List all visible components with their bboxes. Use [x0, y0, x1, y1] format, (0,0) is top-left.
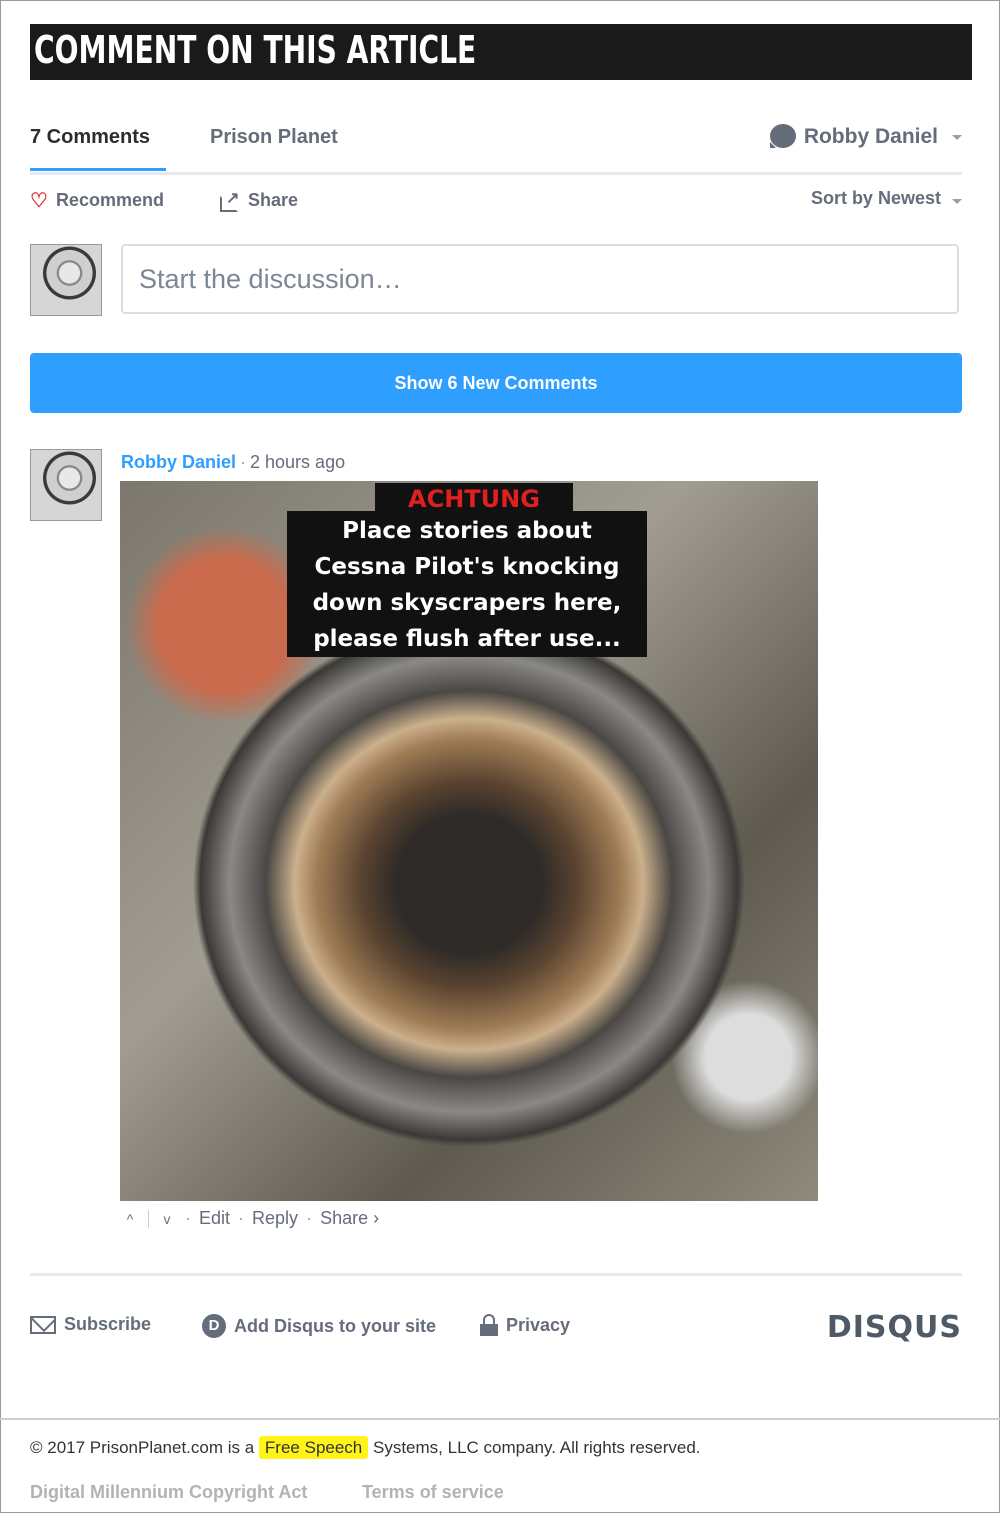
- chat-bubble-icon: [768, 124, 796, 150]
- copyright-text: © 2017 PrisonPlanet.com is a Free Speech…: [30, 1436, 701, 1459]
- mail-icon: [30, 1315, 56, 1334]
- share-comment-link[interactable]: Share ›: [320, 1208, 379, 1229]
- user-menu[interactable]: Robby Daniel: [768, 124, 962, 150]
- add-disqus-link[interactable]: D Add Disqus to your site: [202, 1314, 436, 1338]
- header-title: COMMENT ON THIS ARTICLE: [34, 28, 477, 72]
- divider: [30, 1273, 962, 1276]
- privacy-label: Privacy: [506, 1314, 571, 1335]
- tab-comments[interactable]: 7 Comments: [30, 126, 167, 171]
- comment-meta: Robby Daniel · 2 hours ago: [121, 452, 345, 473]
- site-footer-divider: [0, 1418, 1000, 1420]
- chevron-down-icon: [952, 134, 962, 140]
- comment-footer: ^ v · Edit · Reply · Share ›: [120, 1208, 379, 1229]
- footer-separator: ·: [306, 1208, 313, 1228]
- subscribe-label: Subscribe: [64, 1314, 152, 1334]
- share-thread-button[interactable]: Share: [220, 188, 299, 212]
- show-new-comments-button[interactable]: Show 6 New Comments: [30, 353, 962, 413]
- privacy-link[interactable]: Privacy: [480, 1314, 570, 1336]
- footer-separator: ·: [185, 1208, 191, 1228]
- recommend-button[interactable]: ♡ Recommend: [30, 190, 164, 211]
- comment-author[interactable]: Robby Daniel: [121, 452, 236, 472]
- upvote-button[interactable]: ^: [120, 1211, 140, 1227]
- disqus-d-icon: D: [202, 1314, 226, 1338]
- disqus-logo[interactable]: DISQUS: [827, 1310, 962, 1345]
- copyright-prefix: © 2017 PrisonPlanet.com is a: [30, 1438, 259, 1457]
- comment-image[interactable]: ACHTUNG Place stories about Cessna Pilot…: [120, 481, 818, 1201]
- avatar[interactable]: [30, 244, 102, 316]
- lock-icon: [480, 1314, 498, 1336]
- terms-link[interactable]: Terms of service: [362, 1482, 504, 1503]
- sort-dropdown[interactable]: Sort by Newest: [811, 188, 962, 209]
- comment-timestamp[interactable]: 2 hours ago: [250, 452, 345, 472]
- comment-avatar[interactable]: [30, 449, 102, 521]
- reply-link[interactable]: Reply: [252, 1208, 298, 1229]
- dmca-link[interactable]: Digital Millennium Copyright Act: [30, 1482, 307, 1503]
- meta-separator: ·: [240, 452, 247, 472]
- vote-divider: [148, 1209, 149, 1228]
- discussion-tabs: 7 Comments Prison Planet Robby Daniel: [30, 118, 962, 175]
- heart-icon: ♡: [30, 189, 48, 212]
- copyright-suffix: Systems, LLC company. All rights reserve…: [368, 1438, 701, 1457]
- chevron-down-icon: [952, 199, 962, 204]
- comment-input[interactable]: [121, 244, 959, 314]
- avatar-image: [31, 245, 101, 315]
- share-label: Share: [248, 190, 299, 210]
- footer-separator: ·: [238, 1208, 245, 1228]
- highlighted-text: Free Speech: [258, 1436, 369, 1459]
- image-caption: Place stories about Cessna Pilot's knock…: [287, 511, 647, 657]
- downvote-button[interactable]: v: [157, 1211, 177, 1227]
- caption-line: please flush after use...: [313, 626, 621, 652]
- add-disqus-label: Add Disqus to your site: [234, 1315, 437, 1336]
- avatar-image: [31, 450, 101, 520]
- sort-label: Sort by Newest: [810, 188, 941, 208]
- edit-link[interactable]: Edit: [199, 1208, 230, 1229]
- user-menu-name: Robby Daniel: [803, 125, 938, 148]
- thread-actions: ♡ Recommend Share Sort by Newest: [30, 186, 962, 218]
- comment-textbox[interactable]: [123, 246, 957, 312]
- share-icon: [220, 188, 240, 212]
- caption-line: Cessna Pilot's knocking: [314, 554, 620, 580]
- tab-community[interactable]: Prison Planet: [210, 126, 338, 149]
- recommend-label: Recommend: [55, 190, 164, 210]
- caption-line: Place stories about: [342, 518, 592, 544]
- comments-header: COMMENT ON THIS ARTICLE: [30, 24, 972, 80]
- subscribe-link[interactable]: Subscribe: [30, 1314, 151, 1335]
- caption-line: down skyscrapers here,: [312, 590, 622, 616]
- image-title: ACHTUNG: [375, 483, 573, 513]
- disqus-footer: Subscribe D Add Disqus to your site Priv…: [30, 1310, 962, 1346]
